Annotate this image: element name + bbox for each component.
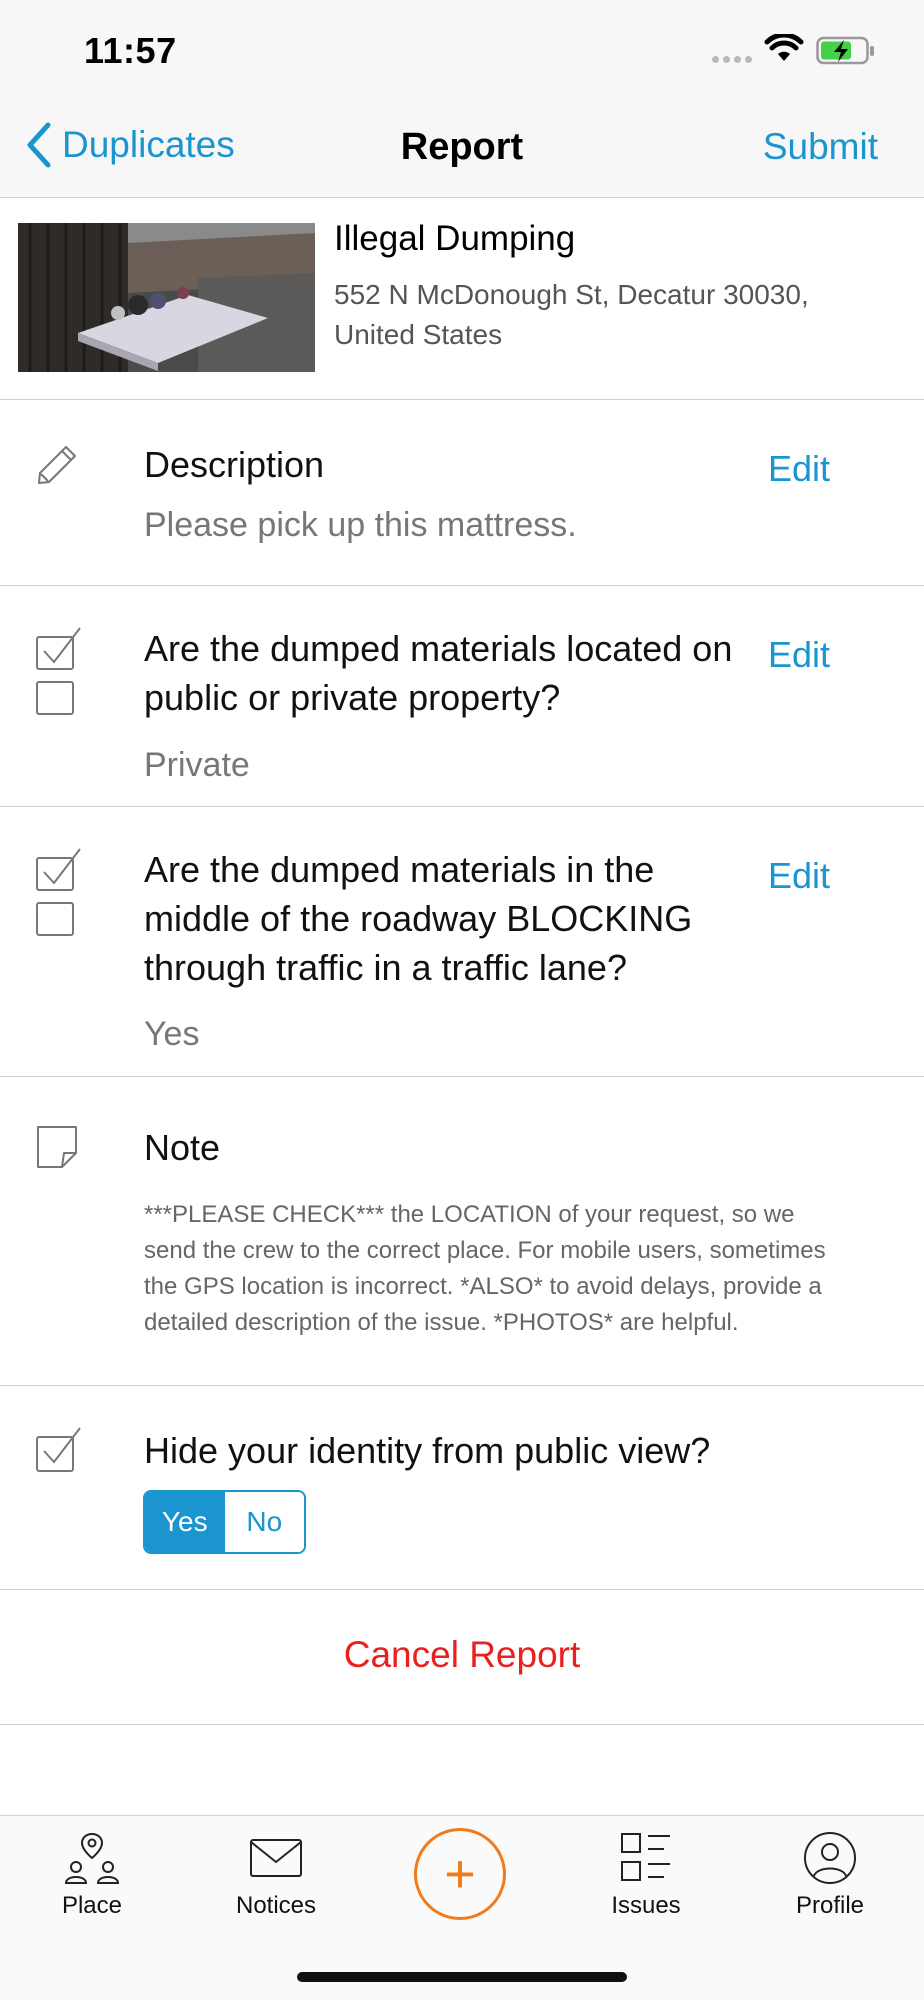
issue-type: Illegal Dumping [334, 219, 576, 258]
cancel-report-button[interactable]: Cancel Report [0, 1634, 924, 1676]
issue-address: 552 N McDonough St, Decatur 30030, Unite… [334, 279, 809, 350]
battery-icon [816, 36, 874, 65]
description-edit-button[interactable]: Edit [768, 448, 830, 490]
new-report-button[interactable]: + [414, 1828, 506, 1920]
description-title: Description [144, 444, 325, 485]
identity-no-option[interactable]: No [224, 1492, 304, 1552]
tab-issues[interactable]: Issues [576, 1830, 716, 1920]
tab-issues-label: Issues [611, 1892, 681, 1919]
question-blocking-edit-button[interactable]: Edit [768, 855, 830, 897]
note-title: Note [144, 1127, 221, 1168]
question-blocking-title: Are the dumped materials in the middle o… [144, 849, 693, 988]
tab-place-label: Place [61, 1892, 123, 1919]
description-value: Please pick up this mattress. [144, 506, 577, 544]
question-public-private-section: Are the dumped materials located on publ… [0, 586, 924, 807]
navigation-bar: Duplicates Report Submit [0, 100, 924, 198]
note-icon [37, 1126, 77, 1168]
note-text: ***PLEASE CHECK*** the LOCATION of your … [144, 1201, 826, 1336]
tab-notices-label: Notices [235, 1892, 317, 1919]
hide-identity-toggle: Yes No [143, 1490, 306, 1554]
cell-signal-icon [712, 56, 752, 63]
description-section: Description Edit Please pick up this mat… [0, 400, 924, 586]
question-blocking-section: Are the dumped materials in the middle o… [0, 807, 924, 1077]
hide-identity-section: Hide your identity from public view? Yes… [0, 1386, 924, 1590]
status-bar: 11:57 [0, 0, 924, 100]
place-icon [64, 1832, 120, 1884]
tab-place[interactable]: Place [22, 1830, 162, 1920]
status-time: 11:57 [84, 30, 177, 71]
report-summary: Illegal Dumping 552 N McDonough St, Deca… [0, 199, 924, 400]
hide-identity-title: Hide your identity from public view? [144, 1430, 711, 1471]
tab-profile-label: Profile [795, 1892, 865, 1919]
home-indicator [297, 1972, 627, 1982]
question-blocking-value: Yes [144, 1015, 200, 1053]
note-section: Note ***PLEASE CHECK*** the LOCATION of … [0, 1077, 924, 1386]
checkbox-icon [36, 1427, 81, 1472]
cancel-section: Cancel Report [0, 1590, 924, 1725]
envelope-icon [250, 1839, 302, 1877]
pencil-icon [38, 446, 76, 484]
list-icon [621, 1833, 670, 1881]
submit-button[interactable]: Submit [763, 126, 878, 168]
report-photo[interactable] [18, 223, 315, 372]
wifi-icon [764, 34, 804, 61]
question-public-private-edit-button[interactable]: Edit [768, 634, 830, 676]
tab-notices[interactable]: Notices [206, 1830, 346, 1920]
tab-profile[interactable]: Profile [760, 1830, 900, 1920]
profile-icon [804, 1832, 856, 1884]
plus-icon: + [444, 1844, 476, 1904]
question-public-private-title: Are the dumped materials located on publ… [144, 628, 733, 718]
checklist-icon [36, 627, 81, 715]
checklist-icon [36, 848, 81, 936]
question-public-private-value: Private [144, 746, 250, 784]
identity-yes-option[interactable]: Yes [145, 1492, 225, 1552]
